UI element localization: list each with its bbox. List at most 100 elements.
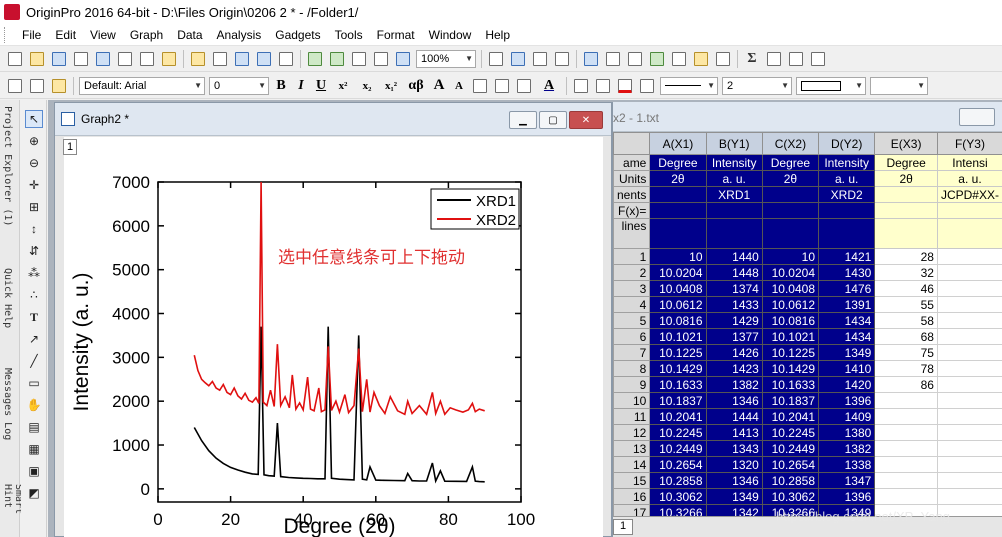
data-cell[interactable]	[936, 312, 1002, 329]
code-builder-button[interactable]	[647, 49, 667, 69]
data-cell[interactable]: 1444	[705, 408, 763, 425]
apps-button[interactable]	[691, 49, 711, 69]
column-header-e[interactable]: E(X3)	[874, 132, 938, 155]
units-cell[interactable]: 2θ	[874, 170, 938, 187]
command-window-button[interactable]	[669, 49, 689, 69]
row-number[interactable]: 16	[613, 488, 651, 505]
data-cell[interactable]: 10.2245	[649, 424, 707, 441]
italic-button[interactable]: I	[292, 78, 310, 94]
data-cell[interactable]: 78	[874, 360, 938, 377]
restore-button[interactable]: ▢	[539, 111, 567, 129]
print-button[interactable]	[486, 49, 506, 69]
formula-cell[interactable]	[649, 202, 707, 219]
data-cell[interactable]: 10.0204	[761, 264, 820, 281]
data-cell[interactable]: 1382	[705, 376, 763, 393]
data-cell[interactable]	[936, 488, 1002, 505]
screen-reader-tool[interactable]: ✛	[25, 176, 43, 194]
supersub-button[interactable]: x₁²	[380, 80, 402, 92]
data-cell[interactable]	[936, 344, 1002, 361]
long-name-cell[interactable]: Intensity	[817, 154, 876, 171]
align-right-button[interactable]	[514, 76, 534, 96]
new-project-button[interactable]	[5, 49, 25, 69]
add-column-button[interactable]	[808, 49, 828, 69]
row-number[interactable]: 17	[613, 504, 651, 516]
data-cell[interactable]: 10.0408	[649, 280, 707, 297]
project-explorer-button[interactable]	[581, 49, 601, 69]
long-name-cell[interactable]: Degree	[649, 154, 707, 171]
data-cell[interactable]: 32	[874, 264, 938, 281]
row-number[interactable]: 10	[613, 392, 651, 409]
units-cell[interactable]: 2θ	[761, 170, 820, 187]
row-number[interactable]: 1	[613, 248, 651, 265]
data-cell[interactable]: 1374	[705, 280, 763, 297]
data-cell[interactable]: 10.1225	[649, 344, 707, 361]
data-cell[interactable]: 1338	[817, 456, 876, 473]
long-name-cell[interactable]: Degree	[761, 154, 820, 171]
paste-button[interactable]	[49, 76, 69, 96]
data-cell[interactable]: 1349	[705, 488, 763, 505]
align-left-button[interactable]	[470, 76, 490, 96]
data-cell[interactable]: 1382	[817, 440, 876, 457]
pan-tool[interactable]: ✋	[25, 396, 43, 414]
data-cell[interactable]	[874, 440, 938, 457]
sparkline-cell[interactable]	[936, 218, 1002, 249]
digitizer-button[interactable]	[393, 49, 413, 69]
data-cell[interactable]: 1423	[705, 360, 763, 377]
data-cell[interactable]: 10.0204	[649, 264, 707, 281]
align-center-button[interactable]	[492, 76, 512, 96]
tab-project-explorer[interactable]: Project Explorer (1)	[2, 106, 13, 226]
menu-format[interactable]: Format	[370, 24, 422, 46]
data-cell[interactable]: 10.1429	[649, 360, 707, 377]
line-style-select[interactable]: ▼	[660, 76, 718, 95]
comment-cell[interactable]: XRD2	[817, 186, 876, 203]
menu-help[interactable]: Help	[478, 24, 517, 46]
data-cell[interactable]: 10.3266	[649, 504, 707, 516]
workbook-titlebar[interactable]: x2 - 1.txt	[613, 102, 1002, 132]
options-button[interactable]	[713, 49, 733, 69]
data-cell[interactable]: 1410	[817, 360, 876, 377]
data-cell[interactable]	[936, 280, 1002, 297]
row-number[interactable]: 2	[613, 264, 651, 281]
long-name-cell[interactable]: Degree	[874, 154, 938, 171]
shrink-font-button[interactable]: A	[450, 80, 468, 92]
units-cell[interactable]: a. u.	[936, 170, 1002, 187]
menu-edit[interactable]: Edit	[48, 24, 83, 46]
rectangle-tool[interactable]: ▭	[25, 374, 43, 392]
column-header-c[interactable]: C(X2)	[761, 132, 820, 155]
column-header-b[interactable]: B(Y1)	[705, 132, 763, 155]
data-cell[interactable]	[936, 408, 1002, 425]
data-cell[interactable]	[874, 424, 938, 441]
row-number[interactable]: 14	[613, 456, 651, 473]
save-window-button[interactable]	[254, 49, 274, 69]
data-cell[interactable]: 1396	[817, 488, 876, 505]
sparkline-cell[interactable]	[649, 218, 707, 249]
insert-graph-tool[interactable]: ▤	[25, 418, 43, 436]
data-cell[interactable]: 1433	[705, 296, 763, 313]
zoom-in-tool[interactable]: ⊕	[25, 132, 43, 150]
data-cell[interactable]: 10.3062	[649, 488, 707, 505]
corner-cell[interactable]	[613, 132, 651, 155]
refresh-button[interactable]	[552, 49, 572, 69]
open-template-button[interactable]	[210, 49, 230, 69]
data-cell[interactable]: 10.1837	[761, 392, 820, 409]
data-cell[interactable]: 10.1021	[649, 328, 707, 345]
menu-analysis[interactable]: Analysis	[210, 24, 269, 46]
data-cell[interactable]: 10.0408	[761, 280, 820, 297]
comment-cell[interactable]: XRD1	[705, 186, 763, 203]
save-button[interactable]	[232, 49, 252, 69]
sparkline-cell[interactable]	[761, 218, 820, 249]
text-color-button[interactable]: A	[536, 78, 562, 94]
data-cell[interactable]: 10	[761, 248, 820, 265]
data-cell[interactable]	[874, 408, 938, 425]
data-cell[interactable]	[936, 296, 1002, 313]
data-cell[interactable]: 10.0816	[649, 312, 707, 329]
x-axis-title[interactable]: Degree (2θ)	[283, 515, 395, 537]
pattern-button[interactable]	[593, 76, 613, 96]
underline-button[interactable]: U	[312, 78, 330, 94]
import-wizard-button[interactable]	[327, 49, 347, 69]
data-cell[interactable]	[936, 472, 1002, 489]
data-cell[interactable]: 75	[874, 344, 938, 361]
data-cell[interactable]: 1420	[817, 376, 876, 393]
data-cell[interactable]: 1343	[705, 440, 763, 457]
data-cell[interactable]: 10.2041	[649, 408, 707, 425]
